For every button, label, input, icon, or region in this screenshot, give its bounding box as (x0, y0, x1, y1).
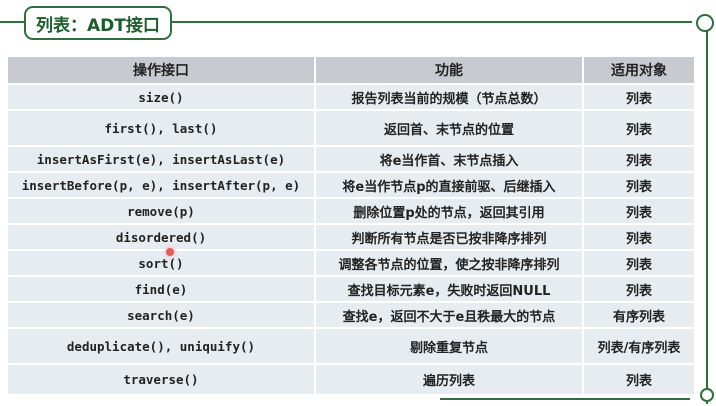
cell-api: disordered() (8, 225, 314, 249)
cell-applies-to: 列表 (584, 173, 694, 197)
cell-api: first(), last() (8, 111, 314, 145)
table-row: insertBefore(p, e), insertAfter(p, e) 将e… (8, 173, 694, 197)
cell-function: 剔除重复节点 (315, 329, 583, 363)
cell-api: find(e) (8, 277, 314, 301)
table-row: insertAsFirst(e), insertAsLast(e) 将e当作首、… (8, 147, 694, 171)
table-row: remove(p) 删除位置p处的节点，返回其引用 列表 (8, 199, 694, 223)
cell-function: 查找目标元素e，失败时返回NULL (315, 277, 583, 301)
cell-api: traverse() (8, 365, 314, 394)
table-header-row: 操作接口 功能 适用对象 (8, 57, 694, 83)
right-border-rule (706, 30, 708, 404)
table-row: search(e) 查找e，返回不大于e且秩最大的节点 有序列表 (8, 303, 694, 327)
table-row: first(), last() 返回首、末节点的位置 列表 (8, 111, 694, 145)
cell-api: remove(p) (8, 199, 314, 223)
cell-applies-to: 列表 (584, 365, 694, 394)
cell-function: 调整各节点的位置，使之按非降序排列 (315, 251, 583, 275)
cell-applies-to: 有序列表 (584, 303, 694, 327)
cell-applies-to: 列表 (584, 111, 694, 145)
table-row: size() 报告列表当前的规模（节点总数） 列表 (8, 85, 694, 109)
cell-applies-to: 列表 (584, 277, 694, 301)
title-bar: 列表：ADT接口 (0, 0, 716, 44)
cell-applies-to: 列表 (584, 225, 694, 249)
header-function: 功能 (315, 57, 583, 83)
bottom-rule (440, 398, 690, 406)
cell-api: deduplicate(), uniquify() (8, 329, 314, 363)
cell-api: search(e) (8, 303, 314, 327)
corner-dot-icon (700, 388, 714, 402)
cell-function: 判断所有节点是否已按非降序排列 (315, 225, 583, 249)
cell-function: 将e当作节点p的直接前驱、后继插入 (315, 173, 583, 197)
slide-title: 列表：ADT接口 (24, 6, 172, 40)
cell-function: 删除位置p处的节点，返回其引用 (315, 199, 583, 223)
table-row: disordered() 判断所有节点是否已按非降序排列 列表 (8, 225, 694, 249)
table-row: deduplicate(), uniquify() 剔除重复节点 列表/有序列表 (8, 329, 694, 363)
cell-applies-to: 列表 (584, 147, 694, 171)
table-row: find(e) 查找目标元素e，失败时返回NULL 列表 (8, 277, 694, 301)
cell-function: 报告列表当前的规模（节点总数） (315, 85, 583, 109)
header-applies-to: 适用对象 (584, 57, 694, 83)
cell-applies-to: 列表 (584, 251, 694, 275)
cell-function: 遍历列表 (315, 365, 583, 394)
cell-api: insertAsFirst(e), insertAsLast(e) (8, 147, 314, 171)
cell-api: insertBefore(p, e), insertAfter(p, e) (8, 173, 314, 197)
cell-applies-to: 列表 (584, 199, 694, 223)
cell-function: 将e当作首、末节点插入 (315, 147, 583, 171)
cell-applies-to: 列表/有序列表 (584, 329, 694, 363)
cell-api: size() (8, 85, 314, 109)
table-row: traverse() 遍历列表 列表 (8, 365, 694, 394)
adt-interface-table: 操作接口 功能 适用对象 size() 报告列表当前的规模（节点总数） 列表 f… (6, 55, 696, 396)
table-row: sort() 调整各节点的位置，使之按非降序排列 列表 (8, 251, 694, 275)
cell-function: 返回首、末节点的位置 (315, 111, 583, 145)
cell-function: 查找e，返回不大于e且秩最大的节点 (315, 303, 583, 327)
header-api: 操作接口 (8, 57, 314, 83)
laser-pointer-dot (166, 248, 174, 256)
corner-ring-icon (696, 14, 714, 32)
cell-applies-to: 列表 (584, 85, 694, 109)
cell-api: sort() (8, 251, 314, 275)
